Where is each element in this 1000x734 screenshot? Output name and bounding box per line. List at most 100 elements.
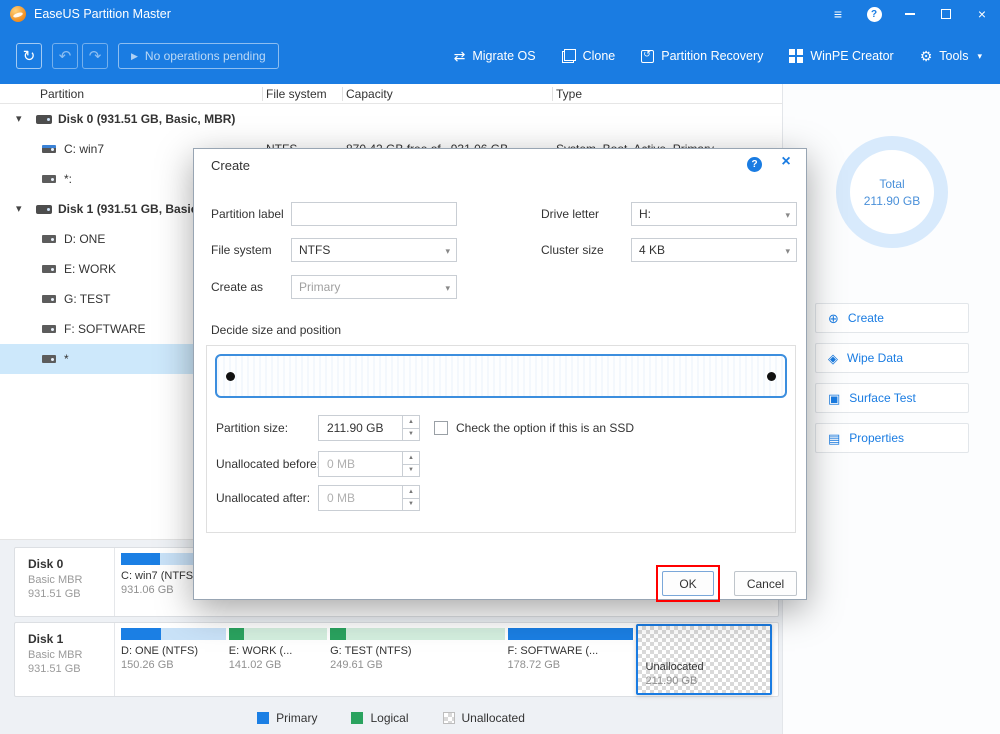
partition-recovery-icon (641, 50, 654, 63)
drive-letter-select[interactable]: H: ▾ (631, 202, 797, 226)
properties-icon: ▤ (828, 432, 840, 445)
spinner-down-icon[interactable]: ▼ (403, 429, 419, 441)
wipe-data-action-button[interactable]: ◈ Wipe Data (815, 343, 969, 373)
close-button[interactable]: × (964, 0, 1000, 28)
column-separator (552, 87, 553, 101)
unallocated-before-spinner[interactable]: 0 MB ▲ ▼ (318, 451, 420, 477)
unallocated-before-value[interactable]: 0 MB (319, 452, 402, 476)
partition-icon (42, 145, 56, 153)
legend-label: Primary (276, 711, 317, 725)
sidebar: Total 211.90 GB ⊕ Create ◈ Wipe Data ▣ S… (782, 84, 1000, 734)
partition-label: * (64, 344, 69, 374)
ok-button[interactable]: OK (662, 571, 714, 596)
chevron-down-icon: ▾ (785, 246, 790, 257)
column-separator (262, 87, 263, 101)
column-separator (342, 87, 343, 101)
plus-circle-icon: ⊕ (828, 312, 839, 325)
partition-size-value[interactable]: 211.90 GB (319, 416, 402, 440)
migrate-os-button[interactable]: ⇄ Migrate OS (454, 49, 536, 63)
slider-handle-right[interactable] (767, 372, 776, 381)
action-label: Create (848, 311, 884, 325)
size-section-heading: Decide size and position (211, 323, 341, 337)
unallocated-before-label: Unallocated before: (216, 451, 320, 477)
table-header: Partition File system Capacity Type (0, 84, 782, 104)
pending-operations[interactable]: ▶ No operations pending (118, 43, 279, 69)
help-button[interactable]: ? (856, 0, 892, 28)
segment-label: F: SOFTWARE (... (508, 645, 633, 657)
segment-unallocated-selected[interactable]: Unallocated 211.90 GB (636, 624, 772, 695)
segment-d-one[interactable]: D: ONE (NTFS) 150.26 GB (121, 628, 226, 691)
used-fill (121, 553, 160, 565)
slider-handle-left[interactable] (226, 372, 235, 381)
ssd-checkbox-label: Check the option if this is an SSD (456, 415, 634, 441)
minimize-icon (905, 13, 915, 15)
partition-recovery-button[interactable]: Partition Recovery (641, 49, 763, 63)
file-system-select[interactable]: NTFS ▾ (291, 238, 457, 262)
dialog-close-icon[interactable]: × (776, 153, 796, 171)
partition-icon (42, 355, 56, 363)
undo-button[interactable]: ↶ (52, 43, 78, 69)
unallocated-after-spinner[interactable]: 0 MB ▲ ▼ (318, 485, 420, 511)
segment-label: D: ONE (NTFS) (121, 645, 226, 657)
table-row-disk0[interactable]: ▾ Disk 0 (931.51 GB, Basic, MBR) (0, 104, 782, 134)
usage-strip (330, 628, 504, 640)
pending-operations-label: No operations pending (145, 49, 266, 63)
spinner-up-icon[interactable]: ▲ (403, 416, 419, 429)
segment-label: G: TEST (NTFS) (330, 645, 504, 657)
play-icon: ▶ (131, 51, 138, 62)
column-type: Type (556, 84, 582, 104)
legend-label: Logical (370, 711, 408, 725)
tools-menu-button[interactable]: ⚙ Tools ▾ (920, 49, 982, 63)
create-as-select[interactable]: Primary ▾ (291, 275, 457, 299)
segment-label: E: WORK (... (229, 645, 327, 657)
segment-size: 178.72 GB (508, 659, 633, 671)
column-partition: Partition (40, 84, 84, 104)
help-icon: ? (867, 7, 882, 22)
tools-label: Tools (939, 49, 968, 63)
cluster-size-select[interactable]: 4 KB ▾ (631, 238, 797, 262)
menu-button[interactable]: ≡ (820, 0, 856, 28)
spinner-up-icon[interactable]: ▲ (403, 486, 419, 499)
partition-label-input[interactable] (291, 202, 457, 226)
refresh-button[interactable]: ↻ (16, 43, 42, 69)
usage-strip (229, 628, 327, 640)
cancel-button[interactable]: Cancel (734, 571, 797, 596)
dialog-title: Create (211, 158, 250, 173)
tree-collapse-icon[interactable]: ▾ (16, 202, 22, 215)
ssd-checkbox[interactable] (434, 421, 448, 435)
spinner-controls: ▲ ▼ (402, 452, 419, 476)
properties-action-button[interactable]: ▤ Properties (815, 423, 969, 453)
maximize-button[interactable] (928, 0, 964, 28)
file-system-label: File system (211, 238, 272, 262)
surface-test-action-button[interactable]: ▣ Surface Test (815, 383, 969, 413)
undo-icon: ↶ (59, 47, 72, 65)
unallocated-swatch-icon (443, 712, 455, 724)
partition-label: E: WORK (64, 254, 116, 284)
tools-wrench-icon: ⚙ (920, 49, 933, 63)
segment-label: Unallocated (646, 661, 764, 673)
unallocated-after-value[interactable]: 0 MB (319, 486, 402, 510)
partition-label: C: win7 (64, 134, 104, 164)
unallocated-after-label: Unallocated after: (216, 485, 310, 511)
clone-button[interactable]: Clone (562, 49, 616, 63)
partition-size-slider[interactable] (215, 354, 787, 398)
spinner-up-icon[interactable]: ▲ (403, 452, 419, 465)
close-icon: × (978, 6, 986, 22)
tree-collapse-icon[interactable]: ▾ (16, 112, 22, 125)
disk-icon (36, 115, 52, 124)
toolbar: ↻ ↶ ↷ ▶ No operations pending ⇄ Migrate … (0, 28, 1000, 84)
minimize-button[interactable] (892, 0, 928, 28)
winpe-creator-button[interactable]: WinPE Creator (789, 49, 893, 63)
partition-size-spinner[interactable]: 211.90 GB ▲ ▼ (318, 415, 420, 441)
disk-size: 931.51 GB (28, 663, 114, 675)
spinner-down-icon[interactable]: ▼ (403, 499, 419, 511)
column-capacity: Capacity (346, 84, 393, 104)
segment-e-work[interactable]: E: WORK (... 141.02 GB (229, 628, 327, 691)
migrate-os-icon: ⇄ (454, 49, 466, 63)
create-action-button[interactable]: ⊕ Create (815, 303, 969, 333)
dialog-help-icon[interactable]: ? (747, 157, 762, 172)
segment-f-software[interactable]: F: SOFTWARE (... 178.72 GB (508, 628, 633, 691)
segment-g-test[interactable]: G: TEST (NTFS) 249.61 GB (330, 628, 504, 691)
spinner-down-icon[interactable]: ▼ (403, 465, 419, 477)
redo-button[interactable]: ↷ (82, 43, 108, 69)
